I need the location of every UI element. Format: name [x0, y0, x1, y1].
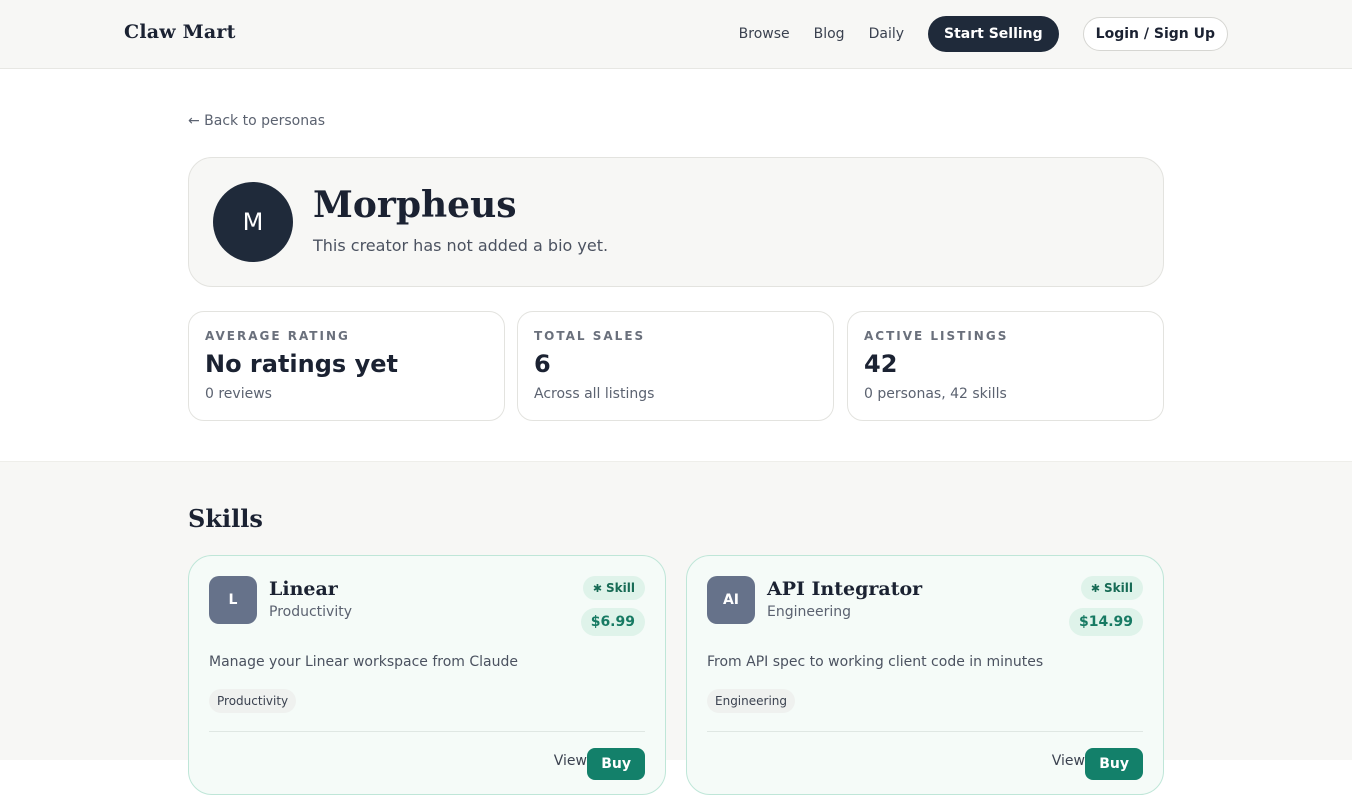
stat-subtext: 0 reviews: [205, 386, 272, 402]
start-selling-button[interactable]: Start Selling: [928, 16, 1059, 52]
puzzle-icon: ✱: [1090, 581, 1101, 595]
stat-label: AVERAGE RATING: [205, 329, 350, 343]
stat-subtext: Across all listings: [534, 386, 655, 402]
skill-title[interactable]: Linear: [269, 578, 338, 600]
login-signup-button[interactable]: Login / Sign Up: [1082, 17, 1228, 51]
skill-title[interactable]: API Integrator: [767, 578, 922, 600]
back-to-personas-link[interactable]: ← Back to personas: [188, 113, 325, 129]
skill-description: Manage your Linear workspace from Claude: [209, 654, 518, 670]
skill-icon: L: [209, 576, 257, 624]
view-link[interactable]: View: [554, 753, 587, 769]
stat-value: 6: [534, 350, 551, 378]
nav-browse-link[interactable]: Browse: [739, 26, 790, 42]
skill-card-linear[interactable]: L Linear Productivity ✱ Skill $6.99 Mana…: [188, 555, 666, 795]
stat-average-rating: AVERAGE RATING No ratings yet 0 reviews: [188, 311, 505, 421]
skill-description: From API spec to working client code in …: [707, 654, 1044, 670]
category-tag[interactable]: Engineering: [707, 689, 795, 713]
price-badge: $14.99: [1068, 608, 1143, 636]
buy-button[interactable]: Buy: [587, 748, 645, 780]
card-divider: [707, 731, 1143, 732]
puzzle-icon: ✱: [592, 581, 603, 595]
stat-active-listings: ACTIVE LISTINGS 42 0 personas, 42 skills: [847, 311, 1164, 421]
top-navigation-bar: Claw Mart Browse Blog Daily Start Sellin…: [0, 0, 1352, 69]
creator-profile-card: M Morpheus This creator has not added a …: [188, 157, 1164, 287]
skill-icon: AI: [707, 576, 755, 624]
skill-category: Engineering: [767, 604, 851, 620]
site-logo[interactable]: Claw Mart: [124, 21, 236, 43]
price-badge: $6.99: [580, 608, 645, 636]
skills-section: Skills L Linear Productivity ✱ Skill $6.…: [0, 461, 1352, 795]
avatar: M: [213, 182, 293, 262]
stat-subtext: 0 personas, 42 skills: [864, 386, 1007, 402]
stat-label: TOTAL SALES: [534, 329, 646, 343]
nav-daily-link[interactable]: Daily: [869, 26, 904, 42]
section-title: Skills: [188, 504, 263, 533]
creator-bio: This creator has not added a bio yet.: [313, 236, 609, 255]
badge-label: Skill: [1104, 581, 1133, 595]
stat-value: 42: [864, 350, 898, 378]
view-link[interactable]: View: [1052, 753, 1085, 769]
skill-card-api-integrator[interactable]: AI API Integrator Engineering ✱ Skill $1…: [686, 555, 1164, 795]
badge-label: Skill: [606, 581, 635, 595]
stat-label: ACTIVE LISTINGS: [864, 329, 1009, 343]
stat-value: No ratings yet: [205, 350, 398, 378]
nav-blog-link[interactable]: Blog: [814, 26, 845, 42]
skill-type-badge: ✱ Skill: [582, 576, 645, 600]
card-divider: [209, 731, 645, 732]
skill-category: Productivity: [269, 604, 352, 620]
skill-type-badge: ✱ Skill: [1080, 576, 1143, 600]
buy-button[interactable]: Buy: [1085, 748, 1143, 780]
creator-name: Morpheus: [313, 184, 517, 226]
main-nav: Browse Blog Daily Start Selling Login / …: [739, 16, 1228, 52]
category-tag[interactable]: Productivity: [209, 689, 297, 713]
stat-total-sales: TOTAL SALES 6 Across all listings: [517, 311, 834, 421]
